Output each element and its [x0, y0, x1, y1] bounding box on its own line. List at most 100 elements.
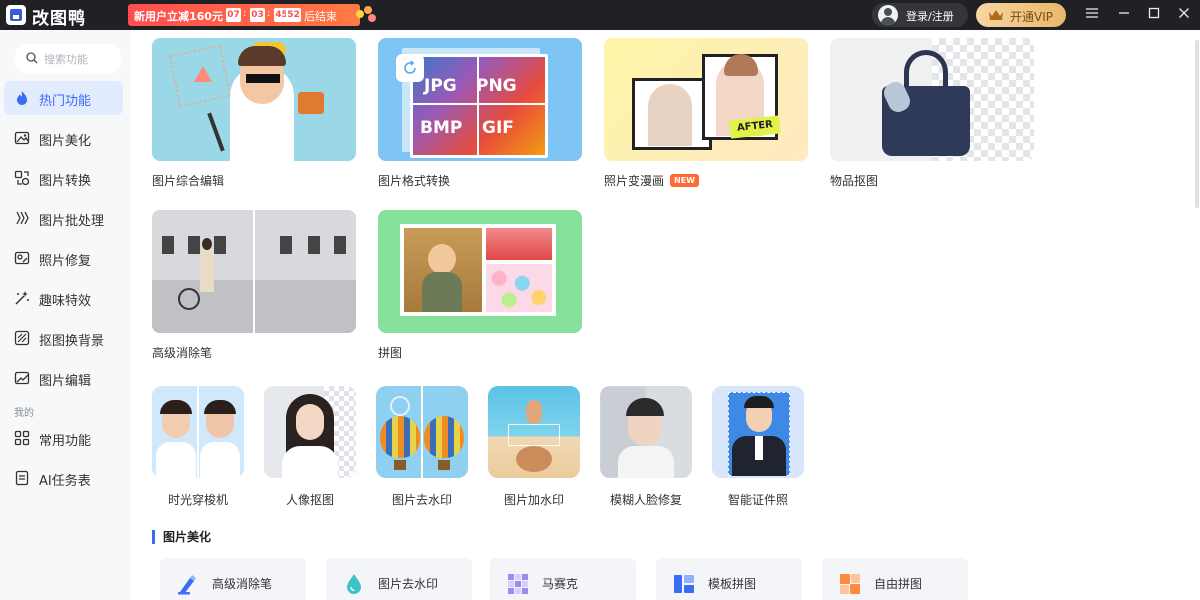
- cutout-icon: [14, 330, 30, 346]
- sidebar-item-edit[interactable]: 图片编辑: [4, 361, 123, 395]
- promo-banner[interactable]: 新用户立减160元 07 : 03 : 45 : 52 后结束: [128, 4, 360, 26]
- format-label: BMP: [420, 118, 463, 138]
- water-drop-icon: [347, 574, 361, 594]
- sidebar-item-label: AI任务表: [39, 474, 91, 489]
- tile-image: [376, 386, 468, 478]
- eraser-pen-icon: [178, 575, 196, 595]
- app-logo-icon: [6, 5, 26, 25]
- avatar: [878, 5, 898, 25]
- tool-label: 自由拼图: [874, 577, 923, 591]
- card-image: AFTER: [604, 38, 808, 161]
- card-label: 图片格式转换: [378, 174, 451, 188]
- image-beautify-icon: [14, 131, 30, 145]
- search-input[interactable]: [44, 51, 116, 67]
- mosaic-icon: [508, 574, 528, 594]
- sidebar-item-label: 图片美化: [39, 134, 92, 149]
- tool-button-advanced-eraser[interactable]: 高级消除笔: [160, 558, 306, 600]
- sidebar-item-beautify[interactable]: 图片美化: [4, 121, 123, 155]
- convert-icon: [14, 170, 30, 186]
- countdown-separator: :: [243, 8, 247, 19]
- tile-label: 模糊人脸修复: [609, 493, 682, 507]
- vip-button[interactable]: 开通VIP: [976, 3, 1066, 27]
- tool-button-mosaic[interactable]: 马赛克: [490, 558, 636, 600]
- free-collage-icon: [840, 574, 860, 594]
- card-label-text: 照片变漫画: [604, 174, 665, 188]
- sidebar-item-label: 照片修复: [39, 254, 92, 269]
- grid-icon: [14, 430, 30, 446]
- card-image: JPG PNG BMP GIF: [378, 38, 582, 161]
- tile-label: 人像抠图: [285, 493, 334, 507]
- card-label: 拼图: [378, 346, 403, 360]
- sidebar-item-label: 图片转换: [39, 174, 92, 189]
- sidebar-item-favorites[interactable]: 常用功能: [4, 421, 123, 455]
- section-title-beautify: 图片美化: [152, 530, 211, 544]
- sidebar-item-hot[interactable]: 热门功能: [4, 81, 123, 115]
- refresh-icon: [404, 60, 416, 74]
- close-icon[interactable]: [1174, 5, 1194, 25]
- tile-image: [264, 386, 356, 478]
- countdown-separator: :: [267, 8, 271, 19]
- search-icon: [26, 52, 38, 64]
- promo-label: 新用户立减160元: [134, 10, 223, 23]
- card-label: 照片变漫画 NEW: [604, 172, 699, 189]
- countdown-hours: 07: [226, 8, 241, 22]
- card-label: 物品抠图: [830, 174, 879, 188]
- format-label: JPG: [424, 76, 457, 96]
- sidebar-item-batch[interactable]: 图片批处理: [4, 201, 123, 235]
- tile-image: [488, 386, 580, 478]
- sidebar-item-label: 常用功能: [39, 434, 92, 449]
- sidebar-item-label: 图片批处理: [39, 214, 105, 229]
- sidebar-item-label: 热门功能: [39, 94, 92, 109]
- card-label: 图片综合编辑: [152, 174, 225, 188]
- tool-button-template-collage[interactable]: 模板拼图: [656, 558, 802, 600]
- vip-label: 开通VIP: [1010, 10, 1053, 24]
- image-edit-icon: [14, 371, 30, 385]
- app-title: 改图鸭: [32, 9, 86, 29]
- sidebar-item-label: 图片编辑: [39, 374, 92, 389]
- sidebar-item-convert[interactable]: 图片转换: [4, 161, 123, 195]
- sidebar-item-repair[interactable]: 照片修复: [4, 241, 123, 275]
- tile-label: 图片加水印: [503, 493, 564, 507]
- crown-icon: [989, 10, 1003, 20]
- sidebar-item-effects[interactable]: 趣味特效: [4, 281, 123, 315]
- card-label: 高级消除笔: [152, 346, 213, 360]
- photo-repair-icon: [14, 251, 30, 265]
- tile-image: [152, 386, 244, 478]
- sidebar-item-label: 抠图换背景: [39, 334, 105, 349]
- title-bar: 改图鸭 新用户立减160元 07 : 03 : 45 : 52 后结束 登录/注…: [0, 0, 1200, 30]
- card-image: [378, 210, 582, 333]
- tool-button-free-collage[interactable]: 自由拼图: [822, 558, 968, 600]
- section-label-mine: 我的: [14, 408, 34, 419]
- new-badge: NEW: [670, 174, 699, 187]
- tile-image: [712, 386, 804, 478]
- sidebar: 热门功能 图片美化 图片转换 图片批处理 照片修复: [0, 30, 130, 600]
- search-box[interactable]: [14, 44, 122, 74]
- flame-icon: [17, 91, 27, 105]
- format-label: GIF: [482, 118, 514, 138]
- task-list-icon: [15, 470, 29, 486]
- gift-icon: [356, 6, 378, 24]
- maximize-icon[interactable]: [1144, 5, 1164, 25]
- minimize-icon[interactable]: [1114, 5, 1134, 25]
- tool-button-remove-watermark[interactable]: 图片去水印: [326, 558, 472, 600]
- tile-label: 时光穿梭机: [167, 493, 228, 507]
- sidebar-item-cutout[interactable]: 抠图换背景: [4, 321, 123, 355]
- menu-icon[interactable]: [1082, 5, 1102, 25]
- login-label: 登录/注册: [906, 10, 954, 23]
- login-button[interactable]: 登录/注册: [872, 3, 968, 27]
- scrollbar-thumb[interactable]: [1195, 40, 1199, 208]
- sidebar-item-label: 趣味特效: [39, 294, 92, 309]
- magic-wand-icon: [15, 291, 29, 305]
- main-content: 图片综合编辑 JPG PNG BMP GIF 图片格式转换 AFTER 照片变漫…: [130, 30, 1194, 600]
- tile-label: 图片去水印: [391, 493, 452, 507]
- card-image: [152, 38, 356, 161]
- sidebar-item-ai-tasks[interactable]: AI任务表: [4, 461, 123, 495]
- card-image: [830, 38, 1034, 161]
- tile-image: [600, 386, 692, 478]
- tool-label: 马赛克: [542, 577, 579, 591]
- tool-label: 高级消除笔: [212, 577, 273, 591]
- format-label: PNG: [476, 76, 517, 96]
- tool-label: 图片去水印: [378, 577, 439, 591]
- tile-label: 智能证件照: [727, 493, 788, 507]
- batch-icon: [16, 211, 29, 225]
